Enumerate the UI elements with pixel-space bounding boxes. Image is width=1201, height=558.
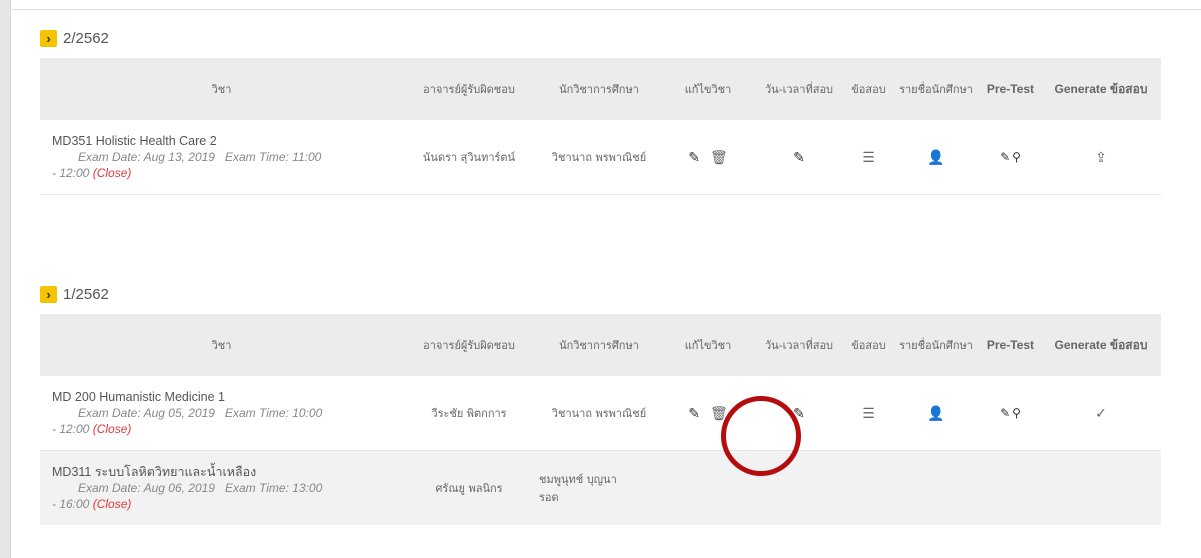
col-header-exam-time: วัน-เวลาที่สอบ: [764, 338, 834, 352]
term-label: 2/2562: [63, 29, 109, 47]
table-row: MD311 ระบบโลหิตวิทยาและน้ำเหลือง Exam Da…: [40, 450, 1161, 525]
check-icon[interactable]: ✓: [1095, 406, 1107, 420]
course-cell: MD351 Holistic Health Care 2 Exam Date: …: [40, 120, 403, 195]
exam-date: Exam Date: Aug 05, 2019: [78, 406, 215, 420]
term-header: › 2/2562: [40, 27, 1161, 49]
highlight-circle: [721, 396, 801, 476]
pencil-icon[interactable]: ✎: [688, 150, 700, 164]
col-header-exam-time: วัน-เวลาที่สอบ: [764, 82, 834, 96]
exam-info: Exam Date: Aug 13, 2019 Exam Time: 11:00: [52, 149, 399, 165]
generate-cell: ✓: [1041, 376, 1161, 451]
course-cell: MD311 ระบบโลหิตวิทยาและน้ำเหลือง Exam Da…: [40, 450, 403, 525]
export-icon[interactable]: ⇪: [1095, 150, 1107, 164]
user-icon[interactable]: 👤: [927, 406, 944, 420]
expand-chevron-icon[interactable]: ›: [40, 285, 57, 303]
list-icon[interactable]: ☰: [862, 150, 875, 164]
col-header-instructor: อาจารย์ผู้รับผิดชอบ: [423, 338, 515, 352]
search-icon[interactable]: ⚲: [1012, 151, 1021, 163]
top-divider: [10, 9, 1201, 10]
term-header: › 1/2562: [40, 283, 1161, 305]
exam-info: Exam Date: Aug 05, 2019 Exam Time: 10:00: [52, 405, 399, 421]
table-row: MD351 Holistic Health Care 2 Exam Date: …: [40, 120, 1161, 195]
col-header-officer: นักวิชาการศึกษา: [559, 82, 639, 96]
col-header-students: รายชื่อนักศึกษา: [899, 82, 973, 96]
pencil-icon[interactable]: ✎: [793, 150, 805, 164]
col-header-exam: ข้อสอบ: [851, 82, 886, 96]
course-table: วิชา อาจารย์ผู้รับผิดชอบ นักวิชาการศึกษา…: [40, 314, 1161, 525]
table-header-row: วิชา อาจารย์ผู้รับผิดชอบ นักวิชาการศึกษา…: [40, 58, 1161, 120]
exam-date: Exam Date: Aug 13, 2019: [78, 150, 215, 164]
col-header-students: รายชื่อนักศึกษา: [899, 338, 973, 352]
course-name: MD351 Holistic Health Care 2: [52, 134, 217, 148]
col-header-subject: วิชา: [211, 82, 232, 96]
term-section-2-2562: › 2/2562 วิชา อาจารย์ผู้รับผิดชอบ นักวิช…: [40, 27, 1161, 195]
exam-info: Exam Date: Aug 06, 2019 Exam Time: 13:00: [52, 480, 399, 496]
students-cell: 👤: [892, 376, 980, 451]
col-header-edit: แก้ไขวิชา: [684, 338, 732, 352]
col-header-generate: Generate ข้อสอบ: [1054, 337, 1148, 352]
search-icon[interactable]: ⚲: [1012, 407, 1021, 419]
officer-name: วิชานาถ พรพาณิชย์: [535, 376, 663, 451]
trash-icon[interactable]: 🗑: [710, 150, 728, 164]
course-name: MD 200 Humanistic Medicine 1: [52, 390, 225, 404]
exam-end: - 12:00: [52, 166, 90, 180]
pencil-icon[interactable]: ✎: [688, 406, 700, 420]
students-cell: 👤: [892, 120, 980, 195]
exam-date: Exam Date: Aug 06, 2019: [78, 481, 215, 495]
expand-chevron-icon[interactable]: ›: [40, 29, 57, 47]
col-header-instructor: อาจารย์ผู้รับผิดชอบ: [423, 82, 515, 96]
status-close: (Close): [92, 422, 132, 436]
officer-name: วิชานาถ พรพาณิชย์: [535, 120, 663, 195]
exam-end: - 16:00: [52, 497, 90, 511]
col-header-pretest: Pre-Test: [986, 337, 1035, 352]
generate-cell: ⇪: [1041, 120, 1161, 195]
course-name: MD311 ระบบโลหิตวิทยาและน้ำเหลือง: [52, 465, 257, 479]
exam-time: Exam Time: 11:00: [224, 150, 322, 164]
col-header-exam: ข้อสอบ: [851, 338, 886, 352]
page-left-border: [0, 0, 11, 558]
exam-time: Exam Time: 13:00: [224, 481, 323, 495]
pencil-icon[interactable]: ✎: [1000, 151, 1010, 163]
col-header-generate: Generate ข้อสอบ: [1054, 81, 1148, 96]
status-close: (Close): [92, 166, 132, 180]
status-close: (Close): [92, 497, 132, 511]
exam-cell: ☰: [845, 120, 892, 195]
col-header-subject: วิชา: [211, 338, 232, 352]
user-icon[interactable]: 👤: [927, 150, 944, 164]
course-cell: MD 200 Humanistic Medicine 1 Exam Date: …: [40, 376, 403, 451]
pretest-cell: ✎ ⚲: [980, 120, 1041, 195]
col-header-officer: นักวิชาการศึกษา: [559, 338, 639, 352]
exam-cell: ☰: [845, 376, 892, 451]
term-label: 1/2562: [63, 285, 109, 303]
col-header-edit: แก้ไขวิชา: [684, 82, 732, 96]
course-table: วิชา อาจารย์ผู้รับผิดชอบ นักวิชาการศึกษา…: [40, 58, 1161, 195]
table-header-row: วิชา อาจารย์ผู้รับผิดชอบ นักวิชาการศึกษา…: [40, 314, 1161, 376]
edit-cell: ✎ 🗑: [663, 120, 753, 195]
exam-time-cell: ✎: [753, 120, 845, 195]
list-icon[interactable]: ☰: [862, 406, 875, 420]
instructor-name: ศรัณยู พลนิกร: [403, 450, 535, 525]
col-header-pretest: Pre-Test: [986, 81, 1035, 96]
pretest-cell: ✎ ⚲: [980, 376, 1041, 451]
exam-end: - 12:00: [52, 422, 90, 436]
officer-name: ชมพูนุทช์ บุญนา รอด: [535, 450, 663, 525]
instructor-name: วีระชัย พิตกการ: [403, 376, 535, 451]
pencil-icon[interactable]: ✎: [1000, 407, 1010, 419]
term-section-1-2562: › 1/2562 วิชา อาจารย์ผู้รับผิดชอบ นักวิช…: [40, 283, 1161, 525]
instructor-name: นันดรา สุวินทาร์ตน์: [403, 120, 535, 195]
exam-time: Exam Time: 10:00: [224, 406, 323, 420]
table-row: MD 200 Humanistic Medicine 1 Exam Date: …: [40, 376, 1161, 451]
